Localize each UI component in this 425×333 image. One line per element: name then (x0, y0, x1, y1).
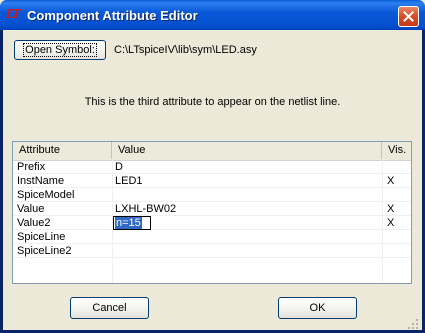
attribute-name: SpiceModel (17, 189, 75, 201)
visibility-mark[interactable]: X (387, 217, 394, 229)
close-icon (403, 11, 414, 22)
cancel-label: Cancel (92, 302, 127, 314)
attribute-value[interactable]: LXHL-BW02 (115, 203, 176, 215)
attribute-value[interactable]: LED1 (115, 175, 143, 187)
open-symbol-label: Open Symbol: (23, 43, 97, 57)
resize-grip-icon[interactable] (407, 318, 419, 330)
window-title: Component Attribute Editor (27, 8, 198, 23)
visibility-mark[interactable]: X (387, 203, 394, 215)
table-row[interactable]: SpiceLine2 (13, 245, 411, 258)
attribute-name: InstName (17, 175, 65, 187)
attribute-name: SpiceLine2 (17, 245, 72, 257)
value-edit-field[interactable]: n=15 (113, 216, 151, 230)
symbol-path: C:\LTspiceIV\lib\sym\LED.asy (114, 44, 257, 56)
visibility-mark[interactable]: X (387, 175, 394, 187)
attribute-name: Value2 (17, 217, 51, 229)
table-row[interactable]: SpiceLine (13, 231, 411, 244)
close-button[interactable] (398, 6, 419, 27)
value-edit-text: n=15 (115, 217, 142, 229)
cancel-button[interactable]: Cancel (70, 297, 149, 319)
title-bar[interactable]: LT Component Attribute Editor (0, 0, 425, 30)
attribute-name: Prefix (17, 161, 46, 173)
attribute-name: SpiceLine (17, 231, 66, 243)
table-row-selected[interactable]: Value2 n=15 X (13, 216, 411, 230)
column-header-visible[interactable]: Vis. (382, 142, 411, 159)
attribute-name: Value (17, 203, 45, 215)
open-symbol-button[interactable]: Open Symbol: (14, 40, 106, 60)
ltspice-logo-icon: LT (6, 7, 20, 21)
column-header-value[interactable]: Value (112, 142, 382, 159)
dialog-body: Open Symbol: C:\LTspiceIV\lib\sym\LED.as… (3, 30, 422, 330)
table-row[interactable]: InstName LED1 X (13, 175, 411, 188)
ok-button[interactable]: OK (278, 297, 357, 319)
table-row[interactable]: Prefix D (13, 161, 411, 174)
attribute-table[interactable]: Attribute Value Vis. Prefix D InstName L… (12, 141, 412, 284)
ok-label: OK (309, 302, 326, 314)
dialog-window: LT Component Attribute Editor Open Symbo… (0, 0, 425, 333)
attribute-description: This is the third attribute to appear on… (84, 96, 341, 108)
table-row[interactable]: SpiceModel (13, 189, 411, 202)
table-row[interactable]: Value LXHL-BW02 X (13, 203, 411, 216)
attribute-value[interactable]: D (115, 161, 123, 173)
column-header-attribute[interactable]: Attribute (13, 142, 112, 159)
table-header: Attribute Value Vis. (13, 142, 411, 161)
